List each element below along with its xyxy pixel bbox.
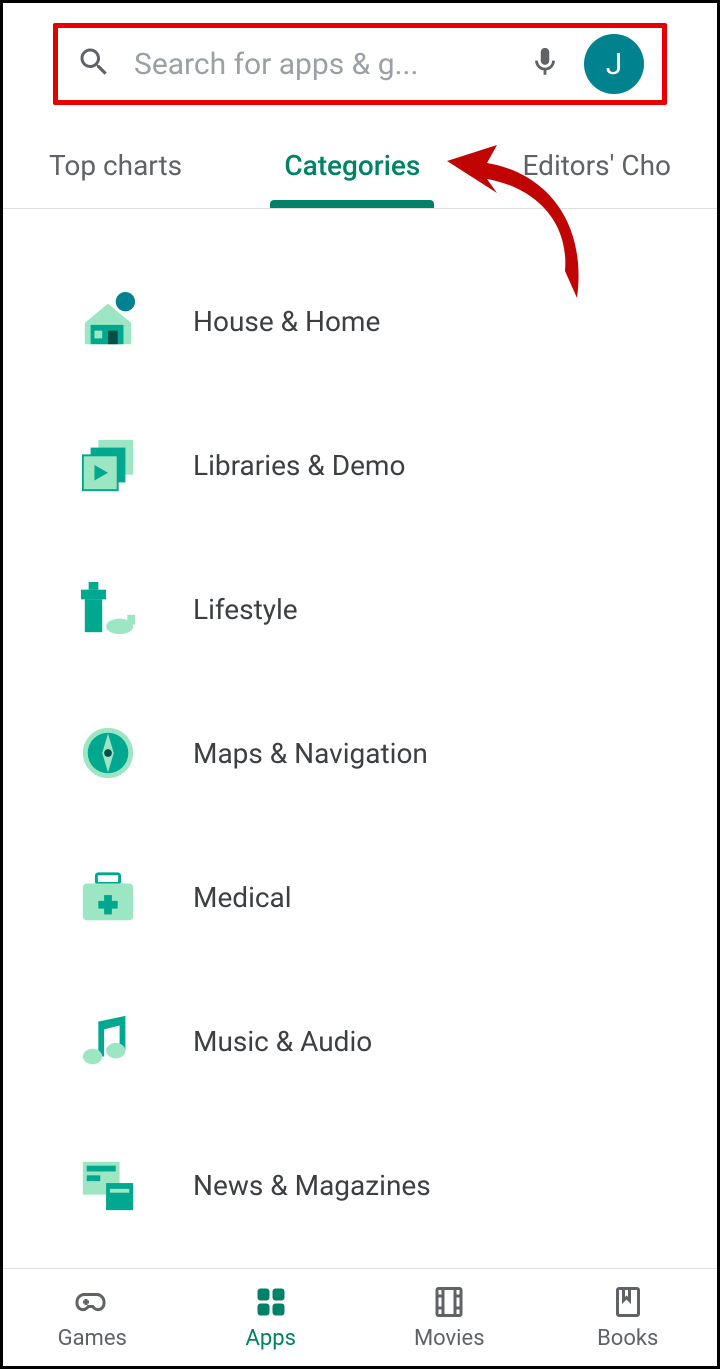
- category-label: Lifestyle: [193, 593, 298, 626]
- avatar[interactable]: J: [584, 34, 644, 94]
- search-bar-container: Search for apps & g... J: [3, 3, 717, 123]
- category-libraries-demo[interactable]: Libraries & Demo: [3, 393, 717, 537]
- category-lifestyle[interactable]: Lifestyle: [3, 537, 717, 681]
- nav-movies[interactable]: Movies: [360, 1269, 539, 1366]
- tabs-row: Top charts Categories Editors' Cho: [3, 123, 717, 209]
- category-list[interactable]: House & Home Libraries & Demo: [3, 209, 717, 1268]
- house-icon: [79, 292, 137, 350]
- books-icon: [610, 1284, 646, 1320]
- category-music-audio[interactable]: Music & Audio: [3, 969, 717, 1113]
- category-label: Libraries & Demo: [193, 449, 405, 482]
- tab-editors-choice[interactable]: Editors' Cho: [499, 123, 696, 208]
- play-store-screen: Search for apps & g... J Top charts Cate…: [0, 0, 720, 1369]
- search-bar[interactable]: Search for apps & g... J: [53, 23, 667, 105]
- nav-label: Apps: [246, 1326, 296, 1351]
- libraries-icon: [79, 436, 137, 494]
- category-label: Music & Audio: [193, 1025, 372, 1058]
- medical-icon: [79, 868, 137, 926]
- nav-games[interactable]: Games: [3, 1269, 182, 1366]
- category-label: House & Home: [193, 305, 380, 338]
- movies-icon: [431, 1284, 467, 1320]
- music-icon: [79, 1012, 137, 1070]
- bottom-nav: Games Apps Movies Books: [3, 1268, 717, 1366]
- gamepad-icon: [74, 1284, 110, 1320]
- tab-top-charts[interactable]: Top charts: [25, 123, 206, 208]
- category-label: Medical: [193, 881, 292, 914]
- nav-label: Games: [58, 1326, 127, 1351]
- nav-books[interactable]: Books: [539, 1269, 718, 1366]
- tab-categories[interactable]: Categories: [260, 123, 444, 208]
- category-medical[interactable]: Medical: [3, 825, 717, 969]
- apps-icon: [253, 1284, 289, 1320]
- lifestyle-icon: [79, 580, 137, 638]
- search-placeholder: Search for apps & g...: [134, 47, 506, 82]
- category-label: News & Magazines: [193, 1169, 431, 1202]
- compass-icon: [79, 724, 137, 782]
- category-news-magazines[interactable]: News & Magazines: [3, 1113, 717, 1257]
- search-icon: [76, 44, 112, 84]
- nav-label: Books: [597, 1326, 658, 1351]
- category-house-home[interactable]: House & Home: [3, 249, 717, 393]
- category-maps-navigation[interactable]: Maps & Navigation: [3, 681, 717, 825]
- nav-apps[interactable]: Apps: [182, 1269, 361, 1366]
- news-icon: [79, 1156, 137, 1214]
- mic-icon[interactable]: [528, 45, 562, 83]
- nav-label: Movies: [414, 1326, 485, 1351]
- category-label: Maps & Navigation: [193, 737, 428, 770]
